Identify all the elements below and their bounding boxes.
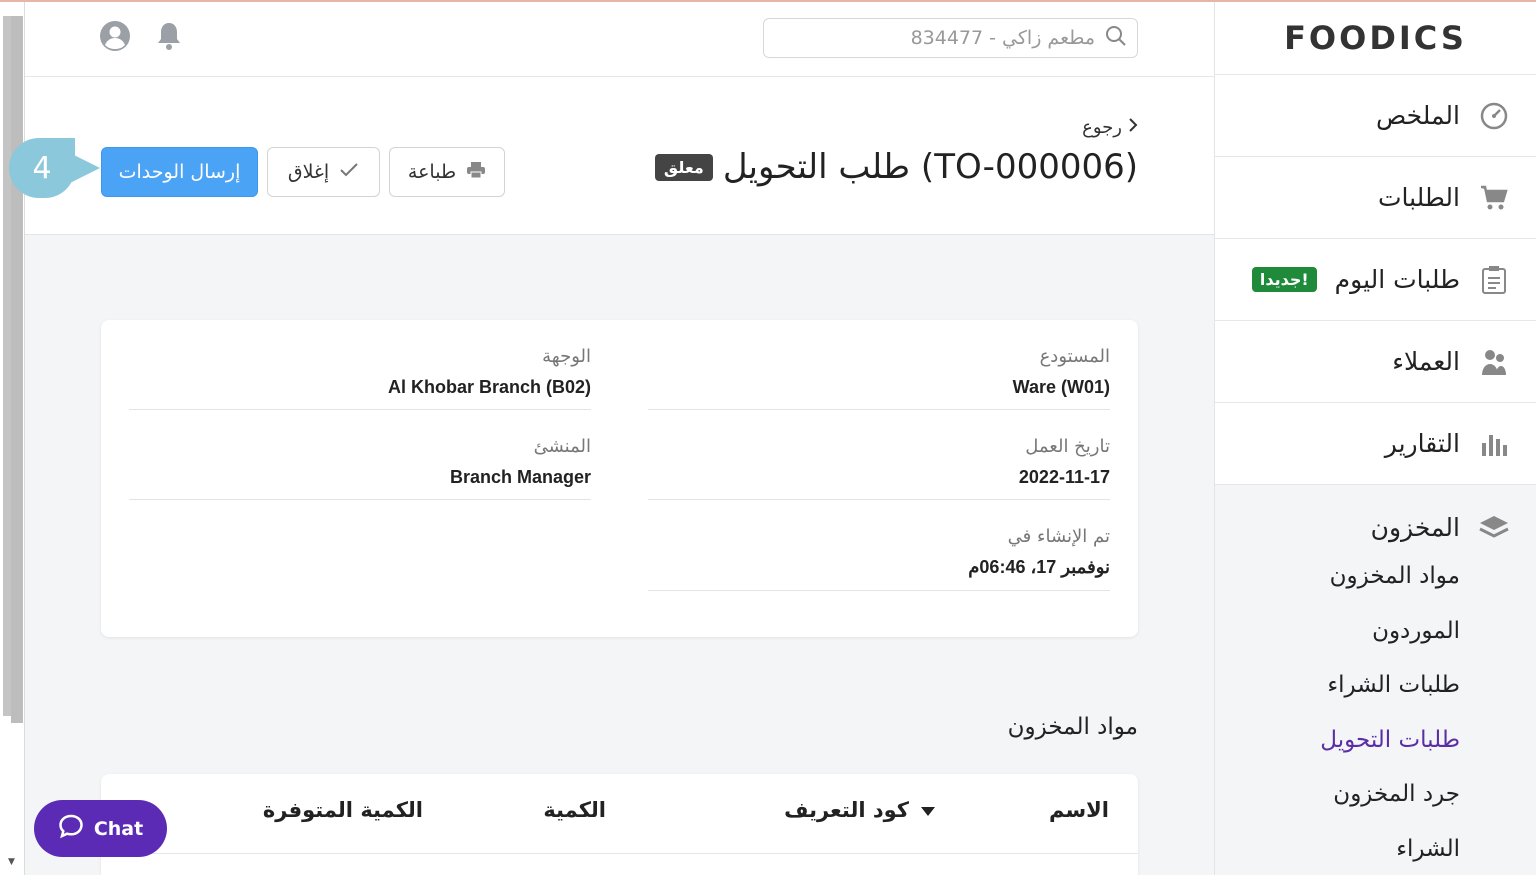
sidebar-subitem-inventory-count[interactable]: جرد المخزون	[1215, 767, 1536, 822]
sidebar-item-inventory[interactable]: المخزون	[1215, 505, 1536, 549]
sidebar-item-label: الملخص	[1375, 101, 1460, 130]
field-value: Branch Manager	[449, 467, 591, 487]
field-value: Ware (W01)	[1012, 377, 1110, 397]
back-label[interactable]: رجوع	[1082, 117, 1122, 138]
scrollbar-thumb[interactable]	[11, 16, 23, 723]
logo[interactable]: FOODICS	[1215, 2, 1536, 75]
field-value: نوفمبر 17، 06:46م	[968, 557, 1110, 577]
sidebar-subitem-suppliers[interactable]: الموردون	[1215, 604, 1536, 659]
sidebar-item-label: العملاء	[1392, 347, 1460, 376]
layers-icon	[1478, 511, 1510, 543]
title-row: معلق طلب التحويل (TO-000006)	[654, 147, 1138, 187]
chat-label: Chat	[93, 817, 144, 840]
sidebar-item-label: طلبات اليوم	[1334, 265, 1460, 294]
items-section-title: مواد المخزون	[1007, 714, 1138, 740]
logo-text: FOODICS	[1284, 19, 1467, 57]
status-badge: معلق	[654, 153, 713, 181]
chat-bubble-icon	[58, 813, 84, 844]
sidebar-item-label: الطلبات	[1377, 183, 1460, 212]
page-title: طلب التحويل (TO-000006)	[722, 147, 1138, 187]
print-label: طباعة	[407, 161, 457, 183]
cart-icon	[1478, 182, 1510, 214]
clipboard-icon	[1478, 264, 1510, 296]
close-label: إغلاق	[287, 161, 330, 183]
sidebar-subitem-transfer-orders[interactable]: طلبات التحويل	[1215, 713, 1536, 768]
dashboard-icon	[1478, 100, 1510, 132]
field-label: تاريخ العمل	[1025, 436, 1110, 457]
close-button[interactable]: إغلاق	[267, 147, 380, 197]
scroll-down-icon[interactable]: ▼	[8, 857, 15, 867]
step-indicator-pointer	[64, 150, 100, 186]
sidebar-item-customers[interactable]: العملاء	[1215, 321, 1536, 403]
sidebar-item-today-orders[interactable]: جديدا! طلبات اليوم	[1215, 239, 1536, 321]
sidebar-item-reports[interactable]: التقارير	[1215, 403, 1536, 485]
sidebar-item-dashboard[interactable]: الملخص	[1215, 75, 1536, 157]
user-icon[interactable]	[99, 20, 131, 52]
created-at-field: تم الإنشاء في نوفمبر 17، 06:46م	[648, 526, 1110, 591]
field-value: 2022-11-17	[1018, 467, 1110, 487]
sidebar-subitem-purchase-orders[interactable]: طلبات الشراء	[1215, 658, 1536, 713]
top-bar: مطعم زاكي - 834477	[25, 2, 1214, 77]
sort-down-icon[interactable]	[921, 798, 935, 822]
new-badge: جديدا!	[1251, 267, 1317, 292]
page-header: رجوع معلق طلب التحويل (TO-000006) طباعة …	[25, 77, 1214, 235]
sidebar-item-label: المخزون	[1370, 512, 1460, 542]
field-label: المستودع	[1039, 346, 1110, 367]
sidebar: FOODICS الملخص الطلبات جديدا! طلبات اليو…	[1214, 2, 1536, 875]
sidebar-subitem-purchasing[interactable]: الشراء	[1215, 822, 1536, 875]
chart-icon	[1478, 428, 1510, 460]
field-value: Al Khobar Branch (B02)	[387, 377, 591, 397]
printer-icon	[466, 161, 486, 184]
column-header-label: كود التعريف	[784, 798, 909, 822]
warehouse-field: المستودع Ware (W01)	[648, 346, 1110, 410]
sidebar-subitem-inventory-items[interactable]: مواد المخزون	[1215, 549, 1536, 604]
column-header-name[interactable]: الاسم	[1049, 798, 1109, 822]
column-header-sku[interactable]: كود التعريف	[784, 798, 935, 822]
column-header-available-quantity[interactable]: الكمية المتوفرة	[263, 798, 423, 822]
sidebar-item-orders[interactable]: الطلبات	[1215, 157, 1536, 239]
send-units-button[interactable]: إرسال الوحدات	[101, 147, 258, 197]
creator-field: المنشئ Branch Manager	[129, 436, 591, 500]
business-date-field: تاريخ العمل 2022-11-17	[648, 436, 1110, 500]
table-header-divider	[101, 853, 1138, 854]
back-link[interactable]: رجوع	[1082, 117, 1138, 138]
field-label: الوجهة	[542, 346, 591, 367]
sidebar-inventory-group: المخزون مواد المخزون الموردون طلبات الشر…	[1215, 485, 1536, 875]
search-icon[interactable]	[1105, 25, 1127, 51]
destination-field: الوجهة Al Khobar Branch (B02)	[129, 346, 591, 410]
left-scrollbar[interactable]: ▼	[0, 2, 25, 875]
chat-button[interactable]: Chat	[34, 800, 167, 857]
chevron-right-icon[interactable]	[1128, 117, 1138, 138]
check-icon	[339, 161, 359, 183]
print-button[interactable]: طباعة	[389, 147, 505, 197]
send-units-label: إرسال الوحدات	[118, 161, 241, 183]
column-header-quantity[interactable]: الكمية	[543, 798, 606, 822]
bell-icon[interactable]	[153, 20, 185, 52]
users-icon	[1478, 346, 1510, 378]
sidebar-item-label: التقارير	[1384, 429, 1460, 458]
field-label: المنشئ	[533, 436, 591, 457]
items-table: الاسم كود التعريف الكمية الكمية المتوفرة	[101, 774, 1138, 875]
scrollbar-track[interactable]	[3, 16, 11, 716]
search-box[interactable]: مطعم زاكي - 834477	[763, 18, 1138, 58]
field-label: تم الإنشاء في	[1007, 526, 1110, 547]
search-input[interactable]: مطعم زاكي - 834477	[911, 27, 1095, 49]
details-card: المستودع Ware (W01) الوجهة Al Khobar Bra…	[101, 320, 1138, 637]
